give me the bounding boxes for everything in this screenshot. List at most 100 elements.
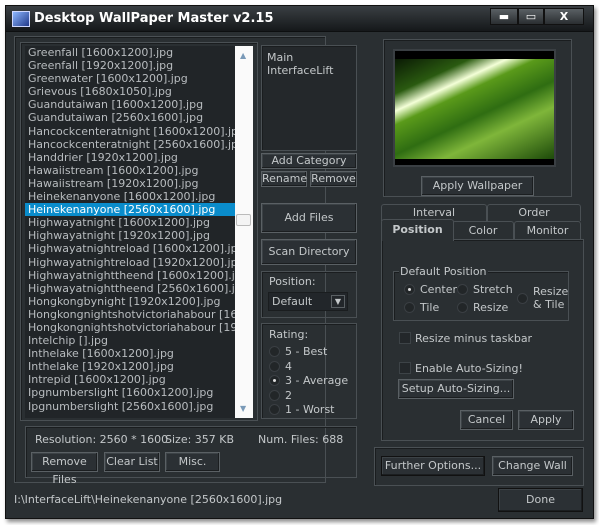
resize-minus-taskbar-checkbox[interactable] — [399, 332, 411, 344]
resize-tile-label-2: & Tile — [533, 298, 565, 311]
file-list-item[interactable]: Heinekenanyone [2560x1600].jpg — [25, 203, 235, 217]
tab-color[interactable]: Color — [452, 221, 514, 239]
file-list-item[interactable]: Grievous [1680x1050].jpg — [25, 85, 235, 98]
rating-radio[interactable] — [269, 389, 280, 401]
resolution-text: Resolution: 2560 * 1600 — [35, 433, 169, 446]
category-item[interactable]: InterfaceLift — [267, 64, 333, 77]
maximize-button[interactable]: ▭ — [518, 8, 544, 25]
file-list-item[interactable]: Heinekenanyone [1600x1200].jpg — [25, 190, 235, 203]
tab-order[interactable]: Order — [487, 204, 581, 221]
scan-directory-button[interactable]: Scan Directory — [261, 239, 357, 265]
rating-option-label: 3 - Average — [285, 374, 349, 387]
file-list-item[interactable]: Highwayatnight [1920x1200].jpg — [25, 229, 235, 242]
file-list-item[interactable]: Hancockcenteratnight [2560x1600].jpg — [25, 138, 235, 151]
remove-button[interactable]: Remove — [310, 171, 357, 187]
file-list-item[interactable]: Ipgnumberslight [1600x1200].jpg — [25, 386, 235, 399]
close-button[interactable]: X — [544, 8, 584, 25]
scroll-down-icon[interactable]: ▼ — [240, 404, 246, 413]
file-list-item[interactable]: Guandutaiwan [1600x1200].jpg — [25, 98, 235, 111]
file-list-item[interactable]: Inthelake [1600x1200].jpg — [25, 347, 235, 360]
minimize-button[interactable]: ▬ — [490, 8, 518, 25]
file-list-item[interactable]: Ipgnumberslight [2560x1600].jpg — [25, 400, 235, 413]
preview-image — [395, 59, 554, 159]
rating-group: Rating: 5 - Best 4 3 - Average 2 1 - Worst — [261, 323, 357, 419]
file-list-item[interactable]: Hawaiistream [1600x1200].jpg — [25, 164, 235, 177]
app-window: Desktop WallPaper Master v2.15 ▬ ▭ X Gre… — [5, 5, 594, 519]
position-dropdown[interactable]: Default ▼ — [268, 292, 348, 311]
resize-tile-radio[interactable] — [517, 293, 528, 304]
apply-button[interactable]: Apply — [518, 410, 574, 430]
misc-button[interactable]: Misc. — [165, 452, 220, 472]
size-text: Size: 357 KB — [165, 433, 235, 446]
file-list-item[interactable]: Hawaiistream [1920x1200].jpg — [25, 177, 235, 190]
file-list-item[interactable]: Intelchip [].jpg — [25, 334, 235, 347]
file-list-item[interactable]: Inthelake [1920x1200].jpg — [25, 360, 235, 373]
rating-option-label: 5 - Best — [285, 345, 328, 358]
cancel-button[interactable]: Cancel — [460, 410, 513, 430]
file-list-item[interactable]: Hongkongnightshotvictoriahabour [1920x12… — [25, 321, 235, 334]
preview-frame: Apply Wallpaper — [383, 39, 572, 197]
file-list-item[interactable]: Hongkongbynight [1920x1200].jpg — [25, 295, 235, 308]
enable-auto-sizing-label: Enable Auto-Sizing! — [415, 362, 523, 375]
file-list-item[interactable]: Handdrier [1920x1200].jpg — [25, 151, 235, 164]
file-list-item[interactable]: Greenwater [1600x1200].jpg — [25, 72, 235, 85]
file-list-item[interactable]: Intrepid [1600x1200].jpg — [25, 373, 235, 386]
status-path: I:\InterfaceLift\Heinekenanyone [2560x16… — [14, 493, 283, 506]
file-list-item[interactable]: Greenfall [1600x1200].jpg — [25, 46, 235, 59]
position-group: Position: Default ▼ — [261, 271, 357, 318]
tab-position[interactable]: Position — [381, 219, 454, 241]
file-list-item[interactable]: Highwayatnightreload [1920x1200].jpg — [25, 256, 235, 269]
stretch-label: Stretch — [473, 283, 513, 296]
change-wall-button[interactable]: Change Wall — [492, 456, 573, 476]
num-files-text: Num. Files: 688 — [258, 433, 344, 446]
apply-wallpaper-button[interactable]: Apply Wallpaper — [421, 176, 534, 196]
done-button[interactable]: Done — [498, 488, 583, 512]
resize-radio[interactable] — [457, 302, 468, 313]
wallpaper-preview — [393, 49, 556, 167]
file-list[interactable]: Greenfall [1600x1200].jpg Greenfall [1920… — [25, 46, 235, 418]
category-list[interactable]: Main InterfaceLift — [261, 45, 357, 151]
chevron-down-icon[interactable]: ▼ — [331, 295, 345, 308]
position-value: Default — [272, 295, 313, 308]
rename-button[interactable]: Rename — [261, 171, 307, 187]
rating-option-label: 2 — [285, 388, 292, 402]
file-list-item[interactable]: Highwayatnight [1600x1200].jpg — [25, 216, 235, 229]
center-radio[interactable] — [404, 284, 415, 295]
tile-radio[interactable] — [404, 302, 415, 313]
further-options-button[interactable]: Further Options... — [381, 456, 485, 476]
scroll-up-icon[interactable]: ▲ — [240, 51, 246, 60]
stretch-radio[interactable] — [457, 284, 468, 295]
tab-monitor[interactable]: Monitor — [514, 221, 581, 239]
center-label: Center — [420, 283, 458, 296]
window-title: Desktop WallPaper Master v2.15 — [34, 11, 274, 26]
file-list-item[interactable]: Highwayatnighttheend [1600x1200].jpg — [25, 269, 235, 282]
scrollbar-thumb[interactable] — [236, 214, 251, 226]
tile-label: Tile — [420, 301, 440, 314]
position-label: Position: — [269, 275, 316, 288]
enable-auto-sizing-checkbox[interactable] — [399, 362, 411, 374]
rating-radio[interactable] — [269, 360, 280, 372]
rating-radio[interactable] — [269, 404, 280, 415]
rating-radio[interactable] — [269, 375, 280, 386]
rating-radio[interactable] — [269, 346, 280, 357]
clear-list-button[interactable]: Clear List — [104, 452, 160, 472]
category-item[interactable]: Main — [267, 51, 293, 64]
file-list-item[interactable]: Guandutaiwan [2560x1600].jpg — [25, 111, 235, 124]
resize-tile-label: Resize — [533, 285, 569, 298]
add-files-button[interactable]: Add Files — [261, 203, 357, 233]
add-category-button[interactable]: Add Category — [261, 153, 357, 169]
file-list-scrollbar[interactable]: ▲ ▼ — [235, 46, 253, 418]
file-list-item[interactable]: Hongkongnightshotvictoriahabour [1600x12… — [25, 308, 235, 321]
title-bar[interactable]: Desktop WallPaper Master v2.15 ▬ ▭ X — [6, 6, 593, 32]
file-list-item[interactable]: Highwayatnighttheend [2560x1600].jpg — [25, 282, 235, 295]
rating-label: Rating: — [269, 328, 309, 341]
resize-minus-taskbar-label: Resize minus taskbar — [415, 332, 533, 345]
setup-auto-sizing-button[interactable]: Setup Auto-Sizing... — [398, 379, 514, 399]
file-list-item[interactable]: Greenfall [1920x1200].jpg — [25, 59, 235, 72]
remove-files-button[interactable]: Remove Files — [31, 452, 98, 486]
file-list-item[interactable]: Highwayatnightreload [1600x1200].jpg — [25, 242, 235, 255]
file-info-panel: Resolution: 2560 * 1600 Size: 357 KB Num… — [25, 426, 357, 486]
file-list-item[interactable]: Hancockcenteratnight [1600x1200].jpg — [25, 125, 235, 138]
default-position-label: Default Position — [399, 265, 488, 278]
rating-option-label: 4 — [285, 359, 292, 373]
